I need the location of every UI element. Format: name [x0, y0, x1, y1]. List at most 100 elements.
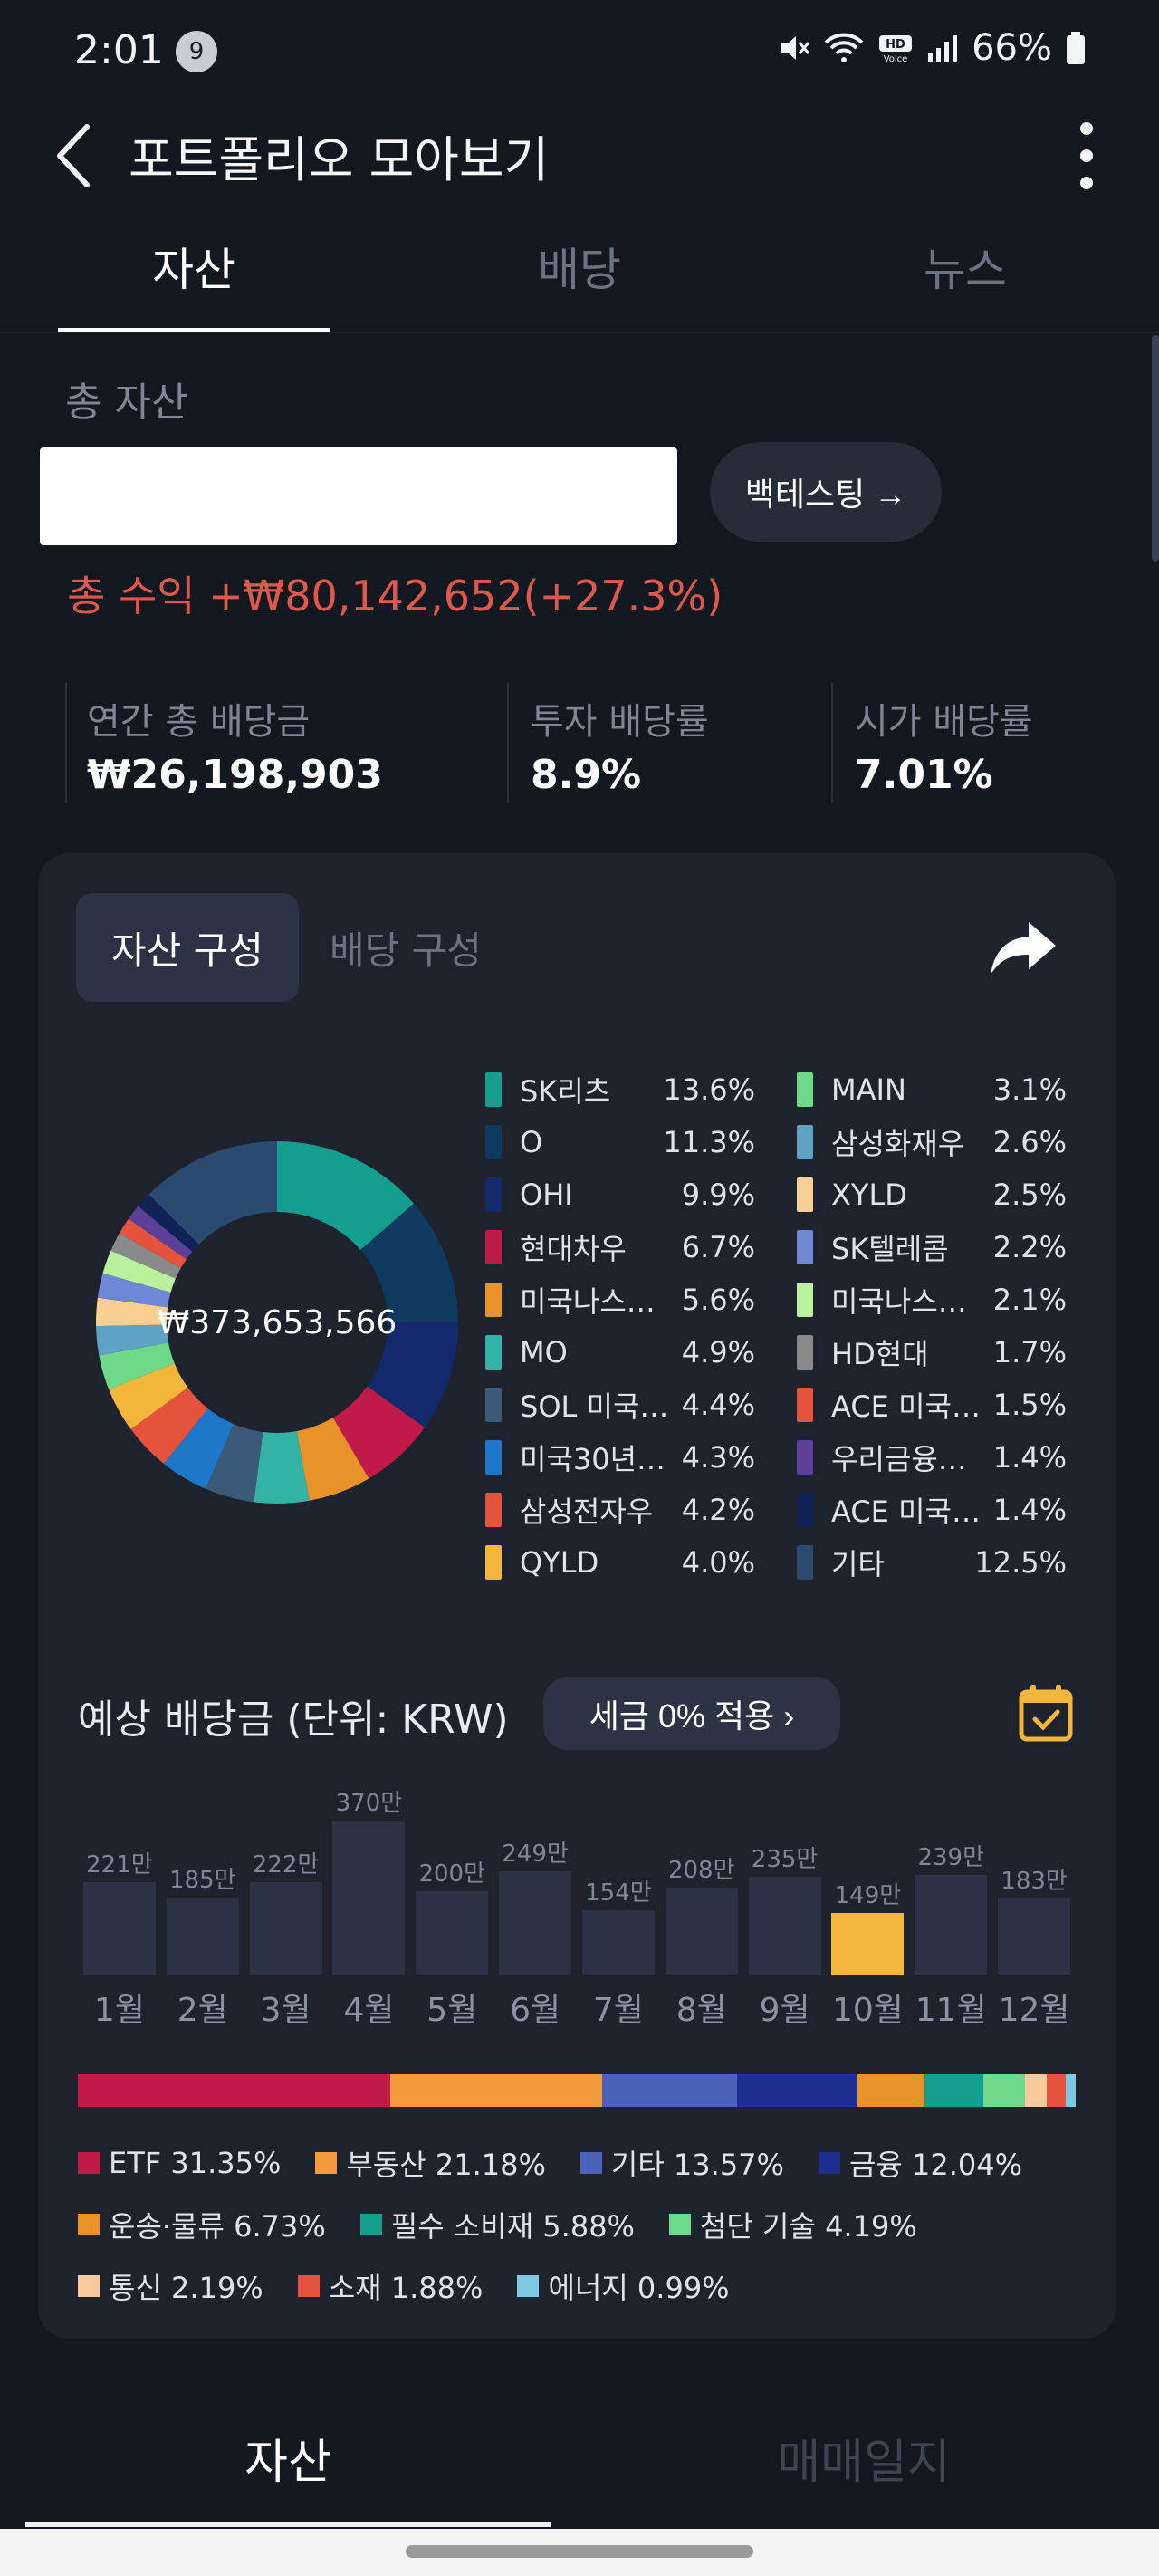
sector-swatch	[78, 2152, 100, 2174]
month-bar[interactable]	[249, 1882, 322, 1975]
svg-text:Voice: Voice	[884, 54, 908, 64]
sector-swatch	[78, 2214, 100, 2235]
mute-icon	[781, 36, 810, 60]
legend-item: 미국30년… 4.3%	[485, 1431, 755, 1484]
legend-swatch	[797, 1545, 813, 1580]
investment-yield-value: 8.9%	[531, 752, 642, 798]
legend-item: 미국나스… 5.6%	[485, 1274, 755, 1326]
month-bar-value: 249만	[502, 1840, 569, 1868]
more-options-icon[interactable]	[1068, 118, 1105, 194]
sector-segment	[1066, 2074, 1076, 2107]
legend-label: 삼성전자우	[520, 1495, 654, 1529]
month-bar[interactable]	[166, 1898, 239, 1975]
month-bar[interactable]	[998, 1898, 1071, 1975]
calendar-check-icon[interactable]	[1018, 1683, 1074, 1743]
legend-percent: 13.6%	[663, 1072, 755, 1107]
investment-yield-label: 투자 배당률	[531, 701, 709, 743]
sector-label: 통신 2.19%	[109, 2271, 263, 2305]
backtest-button[interactable]: 백테스팅 →	[710, 442, 942, 542]
page-title: 포트폴리오 모아보기	[129, 131, 550, 188]
sector-legend-item: 운송·물류 6.73%	[78, 2204, 326, 2245]
legend-swatch	[797, 1230, 813, 1264]
sector-swatch	[818, 2152, 840, 2174]
month-bar-value: 222만	[252, 1851, 320, 1879]
month-bar[interactable]	[416, 1891, 489, 1975]
month-bar[interactable]	[332, 1821, 406, 1975]
wifi-icon	[824, 33, 864, 62]
legend-item: MAIN 3.1%	[797, 1063, 1067, 1116]
legend-item: ACE 미국… 1.4%	[797, 1484, 1067, 1536]
legend-swatch	[797, 1335, 813, 1370]
legend-label: QYLD	[520, 1545, 599, 1580]
legend-label: 미국나스…	[831, 1284, 967, 1319]
legend-swatch	[485, 1440, 502, 1475]
bottom-tab-assets[interactable]: 자산	[62, 2424, 514, 2492]
scrollbar[interactable]	[1152, 335, 1159, 562]
tab-assets[interactable]: 자산	[13, 234, 375, 299]
legend-item: QYLD 4.0%	[485, 1536, 755, 1589]
month-bar[interactable]	[748, 1877, 821, 1975]
month-bar[interactable]	[665, 1888, 738, 1975]
tax-setting-button[interactable]: 세금 0% 적용 ›	[543, 1677, 840, 1750]
market-yield-value: 7.01%	[855, 752, 993, 798]
legend-item: HD현대 1.7%	[797, 1326, 1067, 1379]
legend-label: HD현대	[831, 1337, 929, 1371]
sector-label: 소재 1.88%	[328, 2271, 484, 2305]
sector-segment	[78, 2074, 391, 2107]
tab-dividends[interactable]: 배당	[398, 234, 761, 299]
legend-label: 현대차우	[520, 1232, 627, 1266]
legend-label: ACE 미국…	[831, 1495, 981, 1529]
sector-legend-row: 통신 2.19% 소재 1.88% 에너지 0.99%	[78, 2255, 1083, 2317]
legend-item: SK텔레콤 2.2%	[797, 1221, 1067, 1274]
sector-label: ETF 31.35%	[109, 2146, 282, 2180]
legend-percent: 1.4%	[992, 1493, 1067, 1527]
sector-swatch	[668, 2214, 691, 2235]
back-arrow-icon[interactable]	[51, 120, 101, 192]
sector-segment	[1025, 2074, 1048, 2107]
legend-percent: 3.1%	[992, 1072, 1067, 1107]
stat-separator	[831, 683, 833, 803]
sector-label: 필수 소비재 5.88%	[390, 2209, 635, 2244]
legend-label: 삼성화재우	[831, 1127, 965, 1161]
segment-asset-composition[interactable]: 자산 구성	[76, 893, 299, 1002]
legend-item: ACE 미국… 1.5%	[797, 1379, 1067, 1431]
tab-news[interactable]: 뉴스	[784, 234, 1146, 299]
sector-segment	[983, 2074, 1026, 2107]
bottom-tab-trade-journal[interactable]: 매매일지	[637, 2424, 1090, 2492]
legend-percent: 2.6%	[992, 1125, 1067, 1159]
month-bar[interactable]	[581, 1910, 655, 1975]
legend-swatch	[485, 1545, 502, 1580]
legend-swatch	[797, 1072, 813, 1107]
legend-item: O 11.3%	[485, 1116, 755, 1168]
month-bar[interactable]	[499, 1870, 572, 1975]
legend-swatch	[797, 1440, 813, 1475]
legend-label: SK리츠	[520, 1074, 611, 1109]
sector-legend-item: 에너지 0.99%	[517, 2265, 730, 2307]
legend-item: 기타 12.5%	[797, 1536, 1067, 1589]
legend-swatch	[485, 1493, 502, 1527]
month-bar[interactable]	[915, 1875, 988, 1975]
home-gesture-handle[interactable]	[406, 2545, 753, 2558]
sector-label: 부동산 21.18%	[346, 2148, 546, 2182]
sector-legend-item: 금융 12.04%	[818, 2142, 1022, 2184]
legend-swatch	[485, 1072, 502, 1107]
status-time: 2:01	[74, 27, 164, 73]
sector-legend-row: 운송·물류 6.73% 필수 소비재 5.88% 첨단 기술 4.19%	[78, 2194, 1083, 2255]
month-bar[interactable]	[82, 1882, 156, 1975]
segment-dividend-composition[interactable]: 배당 구성	[330, 920, 482, 976]
legend-label: MO	[520, 1335, 568, 1370]
legend-swatch	[797, 1388, 813, 1422]
legend-label: 미국30년…	[520, 1442, 666, 1476]
month-bar[interactable]	[831, 1912, 905, 1975]
legend-percent: 12.5%	[974, 1545, 1067, 1580]
hd-voice-icon: HD Voice	[879, 35, 913, 64]
legend-swatch	[485, 1125, 502, 1159]
share-icon[interactable]	[987, 917, 1059, 980]
legend-percent: 1.4%	[992, 1440, 1067, 1475]
month-label: 12월	[998, 1992, 1070, 2029]
sector-segment	[924, 2074, 984, 2107]
month-bar-value: 183만	[1001, 1867, 1068, 1895]
svg-text:HD: HD	[886, 38, 905, 52]
legend-label: SK텔레콤	[831, 1232, 949, 1266]
sector-stacked-bar	[78, 2074, 1076, 2107]
